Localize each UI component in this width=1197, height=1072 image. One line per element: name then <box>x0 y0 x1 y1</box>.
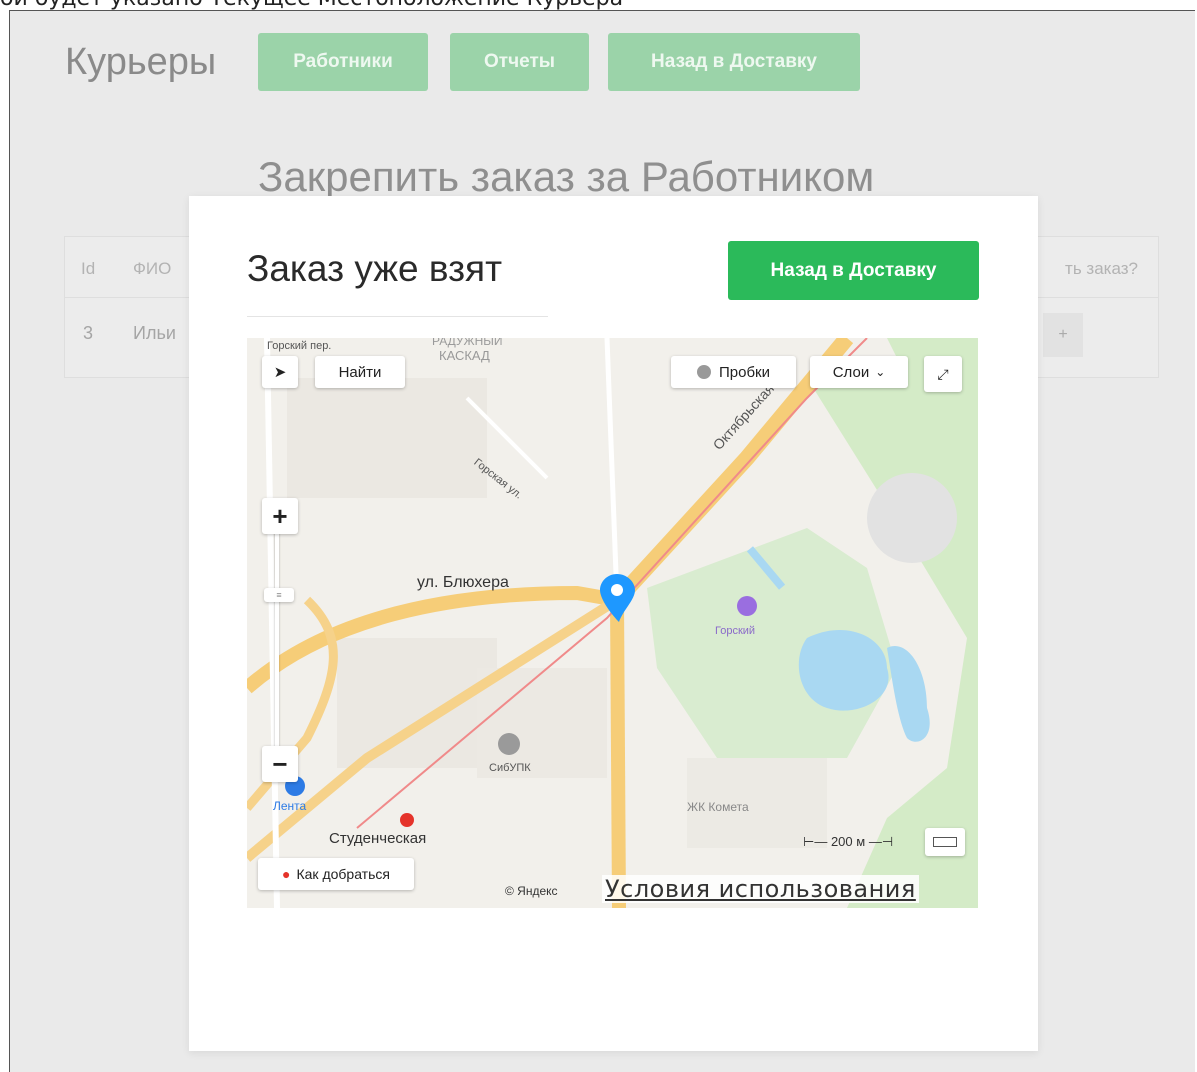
scale-indicator: ⊢— 200 м —⊣ <box>803 834 893 850</box>
scale-right-bar: —⊣ <box>868 834 894 849</box>
label-residential: ЖК Комета <box>687 800 749 814</box>
brand-title[interactable]: Курьеры <box>65 41 216 84</box>
zoom-slider-handle[interactable]: ≡ <box>264 588 294 602</box>
nav-back-to-delivery-button[interactable]: Назад в Доставку <box>608 33 860 91</box>
map-copyright: © Яндекс <box>505 884 558 898</box>
chevron-down-icon: ⌄ <box>875 365 886 379</box>
traffic-button[interactable]: Пробки <box>671 356 796 388</box>
table-header-assign: ть заказ? <box>1065 259 1138 278</box>
page-heading: Закрепить заказ за Работником <box>258 153 875 200</box>
assign-plus-button[interactable]: + <box>1043 313 1083 357</box>
map-search-button[interactable]: Найти <box>315 356 405 388</box>
geolocation-button[interactable]: ➤ <box>262 356 298 388</box>
zoom-in-button[interactable]: + <box>262 498 298 534</box>
terms-of-use-link[interactable]: Условия использования <box>602 875 919 903</box>
map-canvas[interactable] <box>247 338 978 908</box>
modal-title: Заказ уже взят <box>247 248 503 289</box>
label-college: СибУПК <box>489 762 531 774</box>
location-pin-icon: ● <box>282 866 291 882</box>
table-header-id: Id <box>81 259 96 278</box>
scale-label: 200 м <box>830 834 866 849</box>
zoom-out-button[interactable]: − <box>262 746 298 782</box>
traffic-label: Пробки <box>719 363 770 381</box>
title-divider <box>247 316 548 317</box>
traffic-icon <box>697 365 711 379</box>
label-bluhera-street: ул. Блюхера <box>417 574 509 591</box>
nav-workers-button[interactable]: Работники <box>258 33 428 91</box>
nav-reports-button[interactable]: Отчеты <box>450 33 589 91</box>
back-to-delivery-button[interactable]: Назад в Доставку <box>728 241 979 300</box>
fullscreen-button[interactable]: ⤢ <box>924 356 962 392</box>
scale-left-bar: ⊢— <box>803 834 828 849</box>
layers-label: Слои <box>832 363 870 381</box>
label-lane: Горский пер. <box>267 340 332 352</box>
label-district-top: РАДУЖНЫЙ <box>432 338 503 348</box>
label-district: КАСКАД <box>439 348 490 363</box>
ruler-icon <box>933 837 957 847</box>
layers-button[interactable]: Слои ⌄ <box>810 356 908 388</box>
order-taken-modal: Заказ уже взят Назад в Доставку Горский … <box>189 196 1038 1051</box>
table-cell-id: 3 <box>83 323 94 343</box>
label-park: Горский <box>715 625 756 637</box>
zoom-slider-track[interactable] <box>275 528 279 758</box>
table-cell-name: Ильи <box>133 323 176 343</box>
table-header-name: ФИО <box>133 259 172 278</box>
label-shop: Лента <box>273 799 307 813</box>
label-metro-station: Студенческая <box>329 830 427 847</box>
navigation-arrow-icon: ➤ <box>273 364 287 381</box>
ruler-button[interactable] <box>925 828 965 856</box>
route-label: Как добраться <box>296 866 390 882</box>
expand-icon: ⤢ <box>937 365 949 382</box>
browser-frame: Курьеры Работники Отчеты Назад в Доставк… <box>9 10 1195 1072</box>
route-button[interactable]: ● Как добраться <box>258 858 414 890</box>
courier-location-map[interactable]: Горский пер. РАДУЖНЫЙ КАСКАД Горская ул.… <box>247 338 978 908</box>
